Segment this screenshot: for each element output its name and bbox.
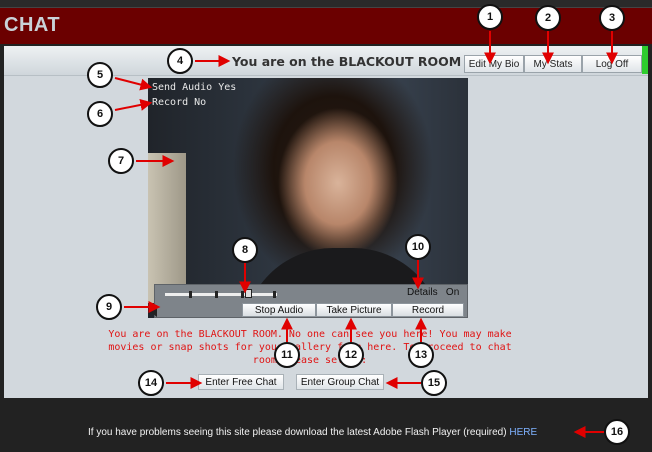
slider-tick [189,291,192,298]
status-indicator [642,46,648,74]
enter-group-chat-button[interactable]: Enter Group Chat [296,374,384,390]
callout-marker-7: 7 [108,148,134,174]
details-state: On [445,287,460,298]
callout-marker-3: 3 [599,5,625,31]
my-stats-button[interactable]: My Stats [524,55,582,73]
app-title: CHAT [4,14,61,36]
record-status: Record No [152,97,207,108]
volume-slider[interactable] [165,289,277,298]
enter-free-chat-button[interactable]: Enter Free Chat [198,374,284,390]
send-audio-status: Send Audio Yes [152,82,237,93]
video-controls: Details On Stop Audio Take Picture Recor… [149,284,468,318]
record-button[interactable]: Record [392,303,464,317]
callout-marker-5: 5 [87,62,113,88]
slider-tick [215,291,218,298]
stop-audio-button[interactable]: Stop Audio [242,303,316,317]
slider-tick [273,291,276,298]
callout-marker-16: 16 [604,419,630,445]
callout-marker-8: 8 [232,237,258,263]
room-message: You are on the BLACKOUT ROOM. No one can… [108,329,512,366]
footer-notice: If you have problems seeing this site pl… [88,427,537,438]
details-toggle[interactable]: Details On [407,287,459,298]
take-picture-button[interactable]: Take Picture [316,303,392,317]
callout-marker-10: 10 [405,234,431,260]
callout-marker-13: 13 [408,342,434,368]
callout-marker-6: 6 [87,101,113,127]
video-feed: Send Audio Yes Record No [148,78,468,318]
seat-background [148,153,186,303]
callout-marker-11: 11 [274,342,300,368]
callout-marker-12: 12 [338,342,364,368]
slider-tick [241,291,244,298]
flash-download-link[interactable]: HERE [509,427,537,438]
edit-bio-button[interactable]: Edit My Bio [464,55,524,73]
room-title: You are on the BLACKOUT ROOM [232,54,462,69]
callout-marker-2: 2 [535,5,561,31]
collapse-arrow-icon[interactable] [149,305,157,317]
callout-marker-14: 14 [138,370,164,396]
callout-marker-9: 9 [96,294,122,320]
callout-marker-15: 15 [421,370,447,396]
log-off-button[interactable]: Log Off [582,55,642,73]
slider-handle[interactable] [245,289,252,298]
callout-marker-1: 1 [477,4,503,30]
footer-text: If you have problems seeing this site pl… [88,427,510,438]
details-label: Details [407,287,438,298]
callout-marker-4: 4 [167,48,193,74]
